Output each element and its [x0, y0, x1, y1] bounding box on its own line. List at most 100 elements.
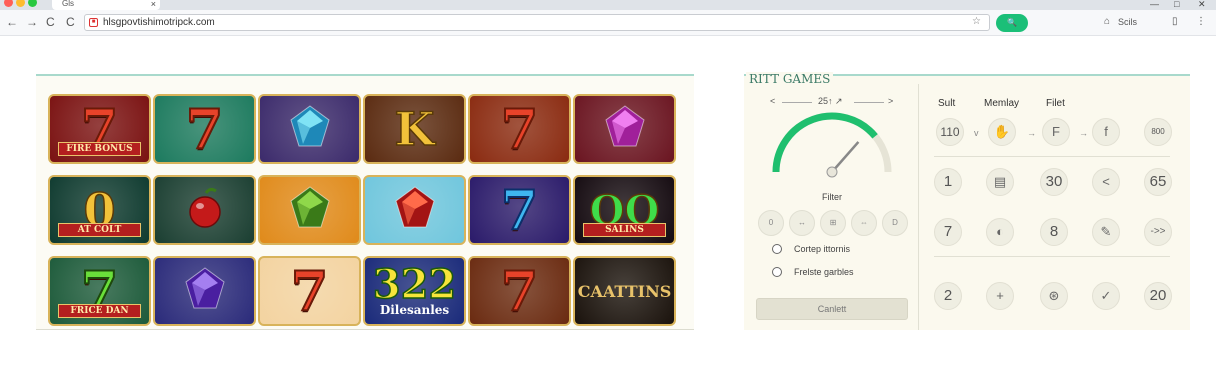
option-1[interactable]: 1 — [934, 168, 962, 196]
hand-icon[interactable]: ✋ — [988, 118, 1016, 146]
game-tile[interactable]: K — [363, 94, 466, 164]
plus-icon[interactable]: + — [986, 282, 1014, 310]
radio-option-1[interactable]: Cortep ittornis — [772, 244, 850, 254]
function-icon[interactable]: f — [1092, 118, 1120, 146]
column-header-memlay[interactable]: Memlay — [984, 98, 1019, 109]
tile-ribbon-label: FIRE BONUS — [58, 142, 141, 156]
globe-icon[interactable]: ⊛ — [1040, 282, 1068, 310]
game-tile[interactable]: 7 — [468, 175, 571, 245]
zoom-window-dot[interactable] — [28, 0, 37, 7]
tab-bar: Gls × — □ ✕ — [0, 0, 1216, 10]
window-traffic-lights — [4, 0, 37, 7]
next-arrow-icon[interactable]: > — [888, 96, 893, 106]
option-8[interactable]: 8 — [1040, 218, 1068, 246]
option-7[interactable]: 7 — [934, 218, 962, 246]
radio-circle[interactable] — [772, 244, 782, 254]
apply-button[interactable]: Canlett — [756, 298, 908, 320]
pacman-icon[interactable]: ◐ — [986, 218, 1014, 246]
game-tile[interactable] — [258, 94, 361, 164]
arrow-right-icon: → — [1079, 128, 1088, 138]
lucky-seven-icon: 7 — [500, 178, 540, 242]
tile-ribbon-label: AT COLT — [58, 223, 141, 237]
filter-pill-row: 0 ↔ ⊞ ⇔ D — [758, 210, 908, 236]
filter-pill-3[interactable]: ⊞ — [820, 210, 846, 236]
browser-tab[interactable]: Gls × — [52, 0, 160, 10]
close-window-dot[interactable] — [4, 0, 13, 7]
extensions-icon[interactable]: ▯ — [1172, 16, 1178, 27]
game-tile[interactable]: 7 — [468, 94, 571, 164]
close-icon[interactable]: ✕ — [1198, 0, 1206, 9]
gauge-fill — [772, 112, 878, 173]
cherry-icon — [182, 185, 228, 236]
tab-close-icon[interactable]: × — [151, 0, 156, 9]
address-bar[interactable]: ■ hlsgpovtishimotripck.com ☆ — [84, 14, 990, 31]
reload-icon[interactable]: C — [46, 15, 55, 29]
pager: < 25↑ ↗ > — [770, 96, 894, 108]
filter-pill-5[interactable]: D — [882, 210, 908, 236]
minimize-icon[interactable]: — — [1150, 0, 1159, 9]
gauge-meter — [772, 112, 892, 178]
game-tile[interactable]: 7 — [153, 94, 256, 164]
game-tile[interactable] — [258, 175, 361, 245]
radio-option-2[interactable]: Frelste garbles — [772, 267, 854, 277]
menu-icon[interactable]: ⋮ — [1196, 16, 1206, 27]
back-arrow-icon[interactable]: ← — [6, 15, 18, 29]
tile-ribbon-label: FRICE DAN — [58, 304, 141, 318]
chevron-down-icon: v — [974, 128, 979, 138]
filter-pill-4[interactable]: ⇔ — [851, 210, 877, 236]
game-tile[interactable] — [363, 175, 466, 245]
gauge-track — [772, 112, 892, 173]
account-icon[interactable]: ⌂ — [1104, 16, 1110, 27]
filter-f-icon[interactable]: F — [1042, 118, 1070, 146]
filter-label: Filter — [822, 192, 842, 202]
share-icon[interactable]: < — [1092, 168, 1120, 196]
option-30[interactable]: 30 — [1040, 168, 1068, 196]
game-grid-panel: 7 FIRE BONUS 7 K 7 0 AT COLT 7 QQ SALINS 7 FRICE DA… — [36, 74, 694, 330]
option-20[interactable]: 20 — [1144, 282, 1172, 310]
bookmark-star-icon[interactable]: ☆ — [972, 16, 981, 27]
tab-title: Gls — [62, 0, 74, 8]
check-icon[interactable]: ✓ — [1092, 282, 1120, 310]
minimize-window-dot[interactable] — [16, 0, 25, 7]
account-label[interactable]: Scils — [1118, 17, 1137, 27]
game-tile[interactable] — [153, 256, 256, 326]
list-icon[interactable]: ▤ — [986, 168, 1014, 196]
game-tile[interactable]: 7 — [258, 256, 361, 326]
tile-ribbon-label: SALINS — [583, 223, 666, 237]
game-tile[interactable]: 322 Dilesanles — [363, 256, 466, 326]
game-tile[interactable]: 0 AT COLT — [48, 175, 151, 245]
pen-icon[interactable]: ✎ — [1092, 218, 1120, 246]
count-badge[interactable]: 800 — [1144, 118, 1172, 146]
filter-pill-1[interactable]: 0 — [758, 210, 784, 236]
filter-pill-2[interactable]: ↔ — [789, 210, 815, 236]
column-header-sult[interactable]: Sult — [938, 98, 955, 109]
fast-forward-icon[interactable]: ->> — [1144, 218, 1172, 246]
lucky-seven-icon: 7 — [290, 259, 330, 323]
forward-arrow-icon[interactable]: → — [26, 15, 38, 29]
search-button[interactable]: 🔍 — [996, 14, 1028, 32]
panel-divider — [36, 329, 694, 330]
search-icon: 🔍 — [1007, 18, 1017, 27]
game-tile[interactable]: 7 FRICE DAN — [48, 256, 151, 326]
option-65[interactable]: 65 — [1144, 168, 1172, 196]
column-header-filet[interactable]: Filet — [1046, 98, 1065, 109]
reload-alt-icon[interactable]: C — [66, 15, 75, 29]
game-tile[interactable]: 7 — [468, 256, 571, 326]
prev-arrow-icon[interactable]: < — [770, 96, 775, 106]
column-divider — [918, 84, 919, 330]
game-tile[interactable]: CAATTINS — [573, 256, 676, 326]
radio-circle[interactable] — [772, 267, 782, 277]
lucky-seven-icon: 7 — [500, 97, 540, 161]
radio-label: Frelste garbles — [794, 267, 854, 277]
maximize-icon[interactable]: □ — [1174, 0, 1179, 9]
game-tile[interactable]: QQ SALINS — [573, 175, 676, 245]
section-title: RITT GAMES — [746, 72, 834, 86]
option-2[interactable]: 2 — [934, 282, 962, 310]
row-divider — [934, 256, 1170, 257]
url-text[interactable]: hlsgpovtishimotripck.com — [103, 17, 215, 28]
game-tile[interactable]: 7 FIRE BONUS — [48, 94, 151, 164]
game-tile[interactable] — [153, 175, 256, 245]
sort-value-badge[interactable]: 110 — [936, 118, 964, 146]
gem-icon — [392, 185, 438, 236]
game-tile[interactable] — [573, 94, 676, 164]
